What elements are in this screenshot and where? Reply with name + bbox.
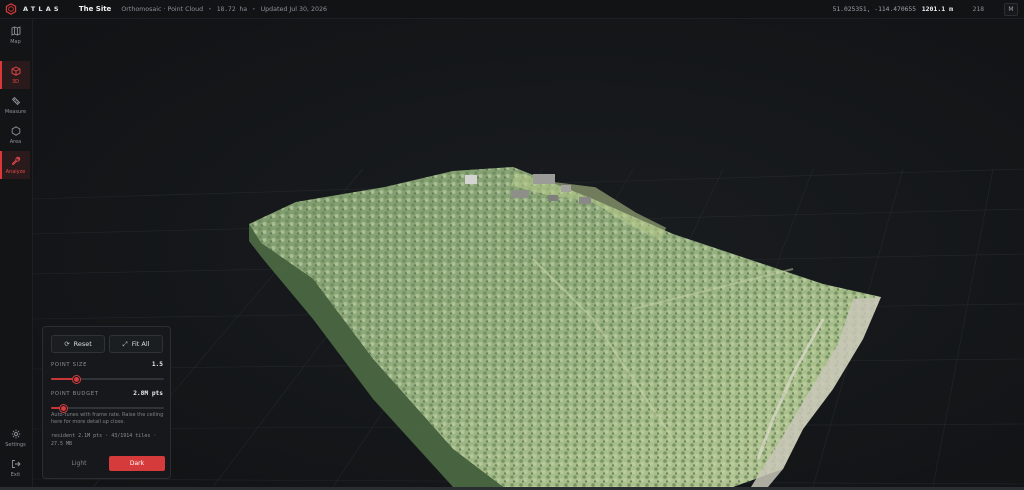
point-budget-slider[interactable] [51,404,164,412]
sidebar-item-label: Analyze [5,168,26,175]
point-size-slider[interactable] [51,375,164,383]
building [533,174,555,184]
point-budget-value: 2.8M pts [133,390,163,397]
reset-label: Reset [73,340,92,348]
separator-dot: • [208,5,212,13]
expand-icon: ⤢ [122,339,128,348]
building [548,195,558,201]
sidebar-item-exit[interactable]: Exit [1,454,30,482]
sidebar-item-measure[interactable]: Measure [1,91,30,119]
dataset-type: Orthomosaic · Point Cloud [121,5,204,13]
cursor-coordinates: 51.025351, -114.470655 [832,5,916,13]
building [465,175,477,184]
user-avatar[interactable]: M [1004,3,1018,16]
updated-date: Updated Jul 30, 2026 [260,5,328,13]
sidebar-item-3d[interactable]: 3D [0,61,30,89]
sidebar-item-analyze[interactable]: Analyze [0,151,30,179]
building [561,185,571,192]
map-icon [11,25,20,36]
point-cloud-scene[interactable] [33,19,1024,487]
reset-view-button[interactable]: ⟳ Reset [51,335,105,353]
cube-icon [11,65,20,76]
light-theme-button[interactable]: Light [51,456,107,471]
sidebar-item-area[interactable]: Area [1,121,30,149]
sidebar-item-label: Settings [5,441,26,448]
point-cloud-settings-panel: ⟳ Reset ⤢ Fit All POINT SIZE 1.5 POINT B… [42,326,171,479]
point-size-label: POINT SIZE [51,362,88,368]
sidebar: Map 3D Measure Area Analyze Settings Exi… [0,19,33,490]
building [579,197,591,204]
gear-icon [11,429,20,438]
wrench-icon [11,156,20,165]
3d-viewport[interactable] [33,19,1024,487]
fit-all-label: Fit All [131,340,150,348]
top-bar: ATLAS The Site Orthomosaic · Point Cloud… [0,0,1024,19]
hexagon-logo-icon [5,3,17,15]
sidebar-item-label: Map [10,38,21,45]
site-area: 18.72 ha [216,5,248,13]
separator-dot: • [252,5,256,13]
sidebar-item-label: Exit [10,471,21,478]
point-budget-label: POINT BUDGET [51,391,99,397]
sidebar-item-label: Measure [4,108,27,115]
brand-name: ATLAS [23,5,62,13]
exit-icon [11,459,21,468]
sidebar-item-map[interactable]: Map [1,21,30,49]
residency-stats: resident 2.1M pts · 43/1914 tiles · 27.5… [51,433,157,447]
budget-hint-text: Auto-tunes with frame rate. Raise the ce… [51,412,164,425]
altitude-readout: 1201.1 m [921,5,953,13]
sidebar-item-label: Area [9,138,22,145]
fit-all-button[interactable]: ⤢ Fit All [109,335,163,353]
reset-icon: ⟳ [64,340,70,348]
sidebar-item-label: 3D [11,78,20,85]
site-title[interactable]: The Site [79,5,111,13]
slider-thumb[interactable] [73,375,81,383]
hexagon-icon [11,125,20,136]
fps-readout: 218 [972,5,984,13]
slider-thumb[interactable] [59,404,67,412]
brand-logo[interactable]: ATLAS [5,3,62,15]
ruler-icon [11,96,20,105]
point-size-value: 1.5 [151,361,163,368]
sidebar-item-settings[interactable]: Settings [1,424,30,452]
dark-theme-button[interactable]: Dark [109,456,165,471]
building [511,190,529,198]
